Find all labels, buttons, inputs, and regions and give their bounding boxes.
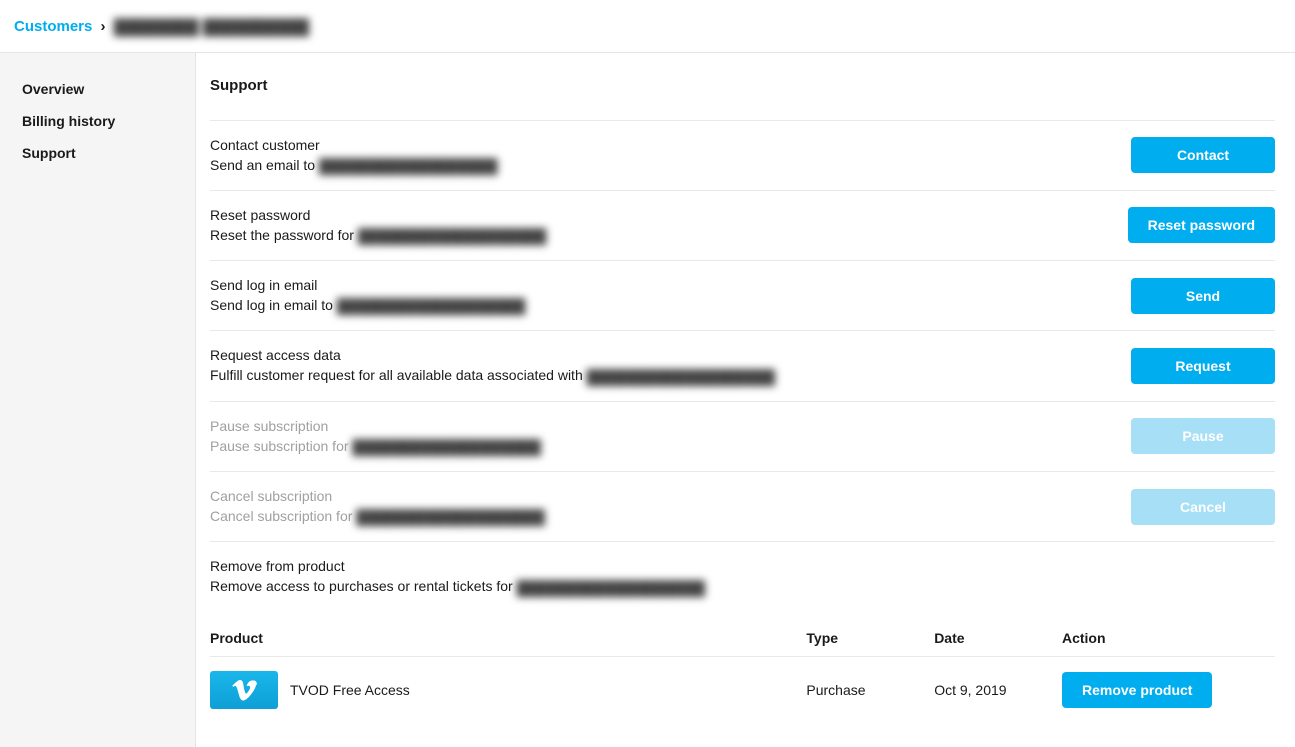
cancel-subscription-button: Cancel (1131, 489, 1275, 525)
reset-desc: Reset the password for █████████████████… (210, 227, 1108, 244)
breadcrumb-current: ████████ ██████████ (114, 19, 309, 36)
section-cancel-subscription: Cancel subscription Cancel subscription … (210, 471, 1275, 541)
product-type: Purchase (806, 656, 934, 723)
section-request-access-data: Request access data Fulfill customer req… (210, 330, 1275, 400)
breadcrumb-separator: › (101, 18, 106, 35)
section-send-login-email: Send log in email Send log in email to █… (210, 260, 1275, 330)
sidebar-item-billing-history[interactable]: Billing history (0, 105, 195, 137)
vimeo-icon (210, 671, 278, 709)
request-data-title: Request access data (210, 347, 1111, 363)
breadcrumb: Customers › ████████ ██████████ (0, 0, 1295, 53)
login-email-desc: Send log in email to ███████████████████ (210, 297, 1111, 314)
section-reset-password: Reset password Reset the password for ██… (210, 190, 1275, 260)
cancel-title: Cancel subscription (210, 488, 1111, 504)
table-row: TVOD Free Access Purchase Oct 9, 2019 Re… (210, 656, 1275, 723)
product-name: TVOD Free Access (290, 682, 410, 698)
reset-password-button[interactable]: Reset password (1128, 207, 1275, 243)
breadcrumb-root-link[interactable]: Customers (14, 18, 92, 35)
remove-product-button[interactable]: Remove product (1062, 672, 1212, 708)
table-header-date: Date (934, 620, 1062, 657)
pause-desc: Pause subscription for █████████████████… (210, 438, 1111, 455)
pause-subscription-button: Pause (1131, 418, 1275, 454)
contact-desc: Send an email to ██████████████████ (210, 157, 1111, 174)
section-contact-customer: Contact customer Send an email to ██████… (210, 120, 1275, 190)
product-table: Product Type Date Action TV (210, 620, 1275, 723)
contact-button[interactable]: Contact (1131, 137, 1275, 173)
login-email-title: Send log in email (210, 277, 1111, 293)
page-title: Support (210, 77, 1275, 94)
table-header-action: Action (1062, 620, 1275, 657)
sidebar-item-overview[interactable]: Overview (0, 73, 195, 105)
request-data-desc: Fulfill customer request for all availab… (210, 367, 1111, 384)
section-remove-from-product: Remove from product Remove access to pur… (210, 541, 1275, 722)
pause-title: Pause subscription (210, 418, 1111, 434)
sidebar: Overview Billing history Support (0, 53, 196, 747)
contact-title: Contact customer (210, 137, 1111, 153)
table-header-type: Type (806, 620, 934, 657)
cancel-desc: Cancel subscription for ████████████████… (210, 508, 1111, 525)
remove-desc: Remove access to purchases or rental tic… (210, 578, 1275, 595)
section-pause-subscription: Pause subscription Pause subscription fo… (210, 401, 1275, 471)
remove-title: Remove from product (210, 558, 1275, 574)
request-data-button[interactable]: Request (1131, 348, 1275, 384)
table-header-product: Product (210, 620, 806, 657)
sidebar-item-support[interactable]: Support (0, 137, 195, 169)
content: Support Contact customer Send an email t… (196, 53, 1295, 747)
product-date: Oct 9, 2019 (934, 656, 1062, 723)
send-login-email-button[interactable]: Send (1131, 278, 1275, 314)
reset-title: Reset password (210, 207, 1108, 223)
